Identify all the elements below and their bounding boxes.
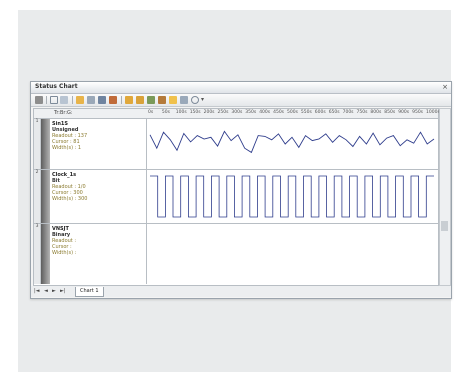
vertical-scrollbar[interactable] xyxy=(439,108,451,286)
toolbar-separator xyxy=(46,96,47,104)
last-sheet-button[interactable]: ►| xyxy=(60,288,66,294)
grid-header: Tr:Br:G: 0s 50s 100s 150s 200s 250s 300s 350s 40… xyxy=(34,109,440,119)
toolbar-separator xyxy=(72,96,73,104)
ruler-tick-label: 0s xyxy=(148,110,154,115)
chevron-down-icon[interactable] xyxy=(60,96,68,104)
signal-row[interactable]: 3 VNSJT Binary Readout : Cursor : Width(… xyxy=(34,224,438,284)
new-chart-icon[interactable] xyxy=(50,96,58,104)
ruler-tick-label: 350s xyxy=(245,110,257,115)
properties-icon[interactable] xyxy=(35,96,43,104)
cursor-icon[interactable] xyxy=(158,96,166,104)
lock-icon[interactable] xyxy=(169,96,177,104)
next-sheet-button[interactable]: ► xyxy=(52,288,56,294)
ruler-tick-label: 250s xyxy=(217,110,229,115)
signal-info: Sin1S Unsigned Readout : 137 Cursor : 81… xyxy=(52,121,144,151)
ruler-tick-label: 200s xyxy=(203,110,215,115)
ruler-tick-label: 850s xyxy=(384,110,396,115)
chevron-down-icon[interactable]: ▾ xyxy=(201,96,209,104)
pencil-icon[interactable] xyxy=(109,96,117,104)
signal-row[interactable]: 2 Clock_1s Bit Readout : 1/0 Cursor : 30… xyxy=(34,170,438,224)
analog-trace-svg xyxy=(149,130,435,154)
ruler-tick-label: 800s xyxy=(370,110,382,115)
signal-grid: Tr:Br:G: 0s 50s 100s 150s 200s 250s 300s 350s 40… xyxy=(33,108,440,286)
options-icon[interactable] xyxy=(191,96,199,104)
ruler-tick-label: 150s xyxy=(189,110,201,115)
copy-icon[interactable] xyxy=(98,96,106,104)
zoom-in-icon[interactable] xyxy=(125,96,133,104)
signal-width: Width(s) : xyxy=(52,250,77,256)
remove-signal-icon[interactable] xyxy=(87,96,95,104)
ruler-tick-label: 700s xyxy=(342,110,354,115)
ruler-tick-label: 750s xyxy=(356,110,368,115)
fit-icon[interactable] xyxy=(147,96,155,104)
close-icon[interactable]: × xyxy=(442,83,448,91)
signal-info: VNSJT Binary Readout : Cursor : Width(s)… xyxy=(52,226,144,256)
ruler-tick-label: 500s xyxy=(287,110,298,115)
toolbar-separator xyxy=(121,96,122,104)
header-label: Tr:Br:G: xyxy=(54,110,73,116)
digital-trace-svg xyxy=(150,175,434,218)
window-title: Status Chart xyxy=(35,83,78,90)
signal-icon xyxy=(41,170,50,223)
first-sheet-button[interactable]: |◄ xyxy=(34,288,40,294)
ruler-tick-label: 50s xyxy=(161,110,170,115)
ruler-tick-label: 650s xyxy=(328,110,340,115)
row-number: 2 xyxy=(34,170,41,223)
zoom-out-icon[interactable] xyxy=(136,96,144,104)
ruler-tick-label: 1000s xyxy=(426,110,440,115)
signal-info: Clock_1s Bit Readout : 1/0 Cursor : 300 … xyxy=(52,172,144,202)
signal-width: Width(s) : 300 xyxy=(52,196,88,202)
previous-sheet-button[interactable]: ◄ xyxy=(44,288,48,294)
analog-plot xyxy=(146,119,439,169)
ruler-tick-label: 300s xyxy=(231,110,243,115)
add-signal-icon[interactable] xyxy=(76,96,84,104)
ruler-tick-label: 600s xyxy=(314,110,326,115)
tab-chart-1[interactable]: Chart 1 xyxy=(75,287,104,297)
ruler-tick-label: 550s xyxy=(300,110,312,115)
sheet-tab-bar: |◄ ◄ ► ►| Chart 1 xyxy=(31,286,451,297)
signal-icon xyxy=(41,224,50,284)
ruler-tick-label: 400s xyxy=(259,110,271,115)
time-ruler: 0s 50s 100s 150s 200s 250s 300s 350s 400s 450s 500… xyxy=(146,109,440,118)
ruler-tick-label: 900s xyxy=(398,110,410,115)
signal-width: Width(s) : 1 xyxy=(52,145,82,151)
signal-row[interactable]: 1 Sin1S Unsigned Readout : 137 Cursor : … xyxy=(34,119,438,170)
digital-plot xyxy=(146,170,439,223)
toolbar: ▾ xyxy=(31,94,451,107)
title-bar: Status Chart × xyxy=(31,82,451,94)
digital-series-line xyxy=(150,175,434,218)
export-icon[interactable] xyxy=(180,96,188,104)
row-number: 1 xyxy=(34,119,41,169)
ruler-tick-label: 950s xyxy=(412,110,424,115)
empty-plot xyxy=(146,224,439,284)
row-number: 3 xyxy=(34,224,41,284)
status-chart-window: Status Chart × ▾ Tr:Br:G: 0s 50s 100s 150s 2… xyxy=(30,81,452,299)
analog-series-line xyxy=(149,130,435,154)
signal-icon xyxy=(41,119,50,169)
ruler-tick-label: 450s xyxy=(273,110,285,115)
ruler-tick-label: 100s xyxy=(175,110,187,115)
scrollbar-thumb[interactable] xyxy=(441,221,448,231)
